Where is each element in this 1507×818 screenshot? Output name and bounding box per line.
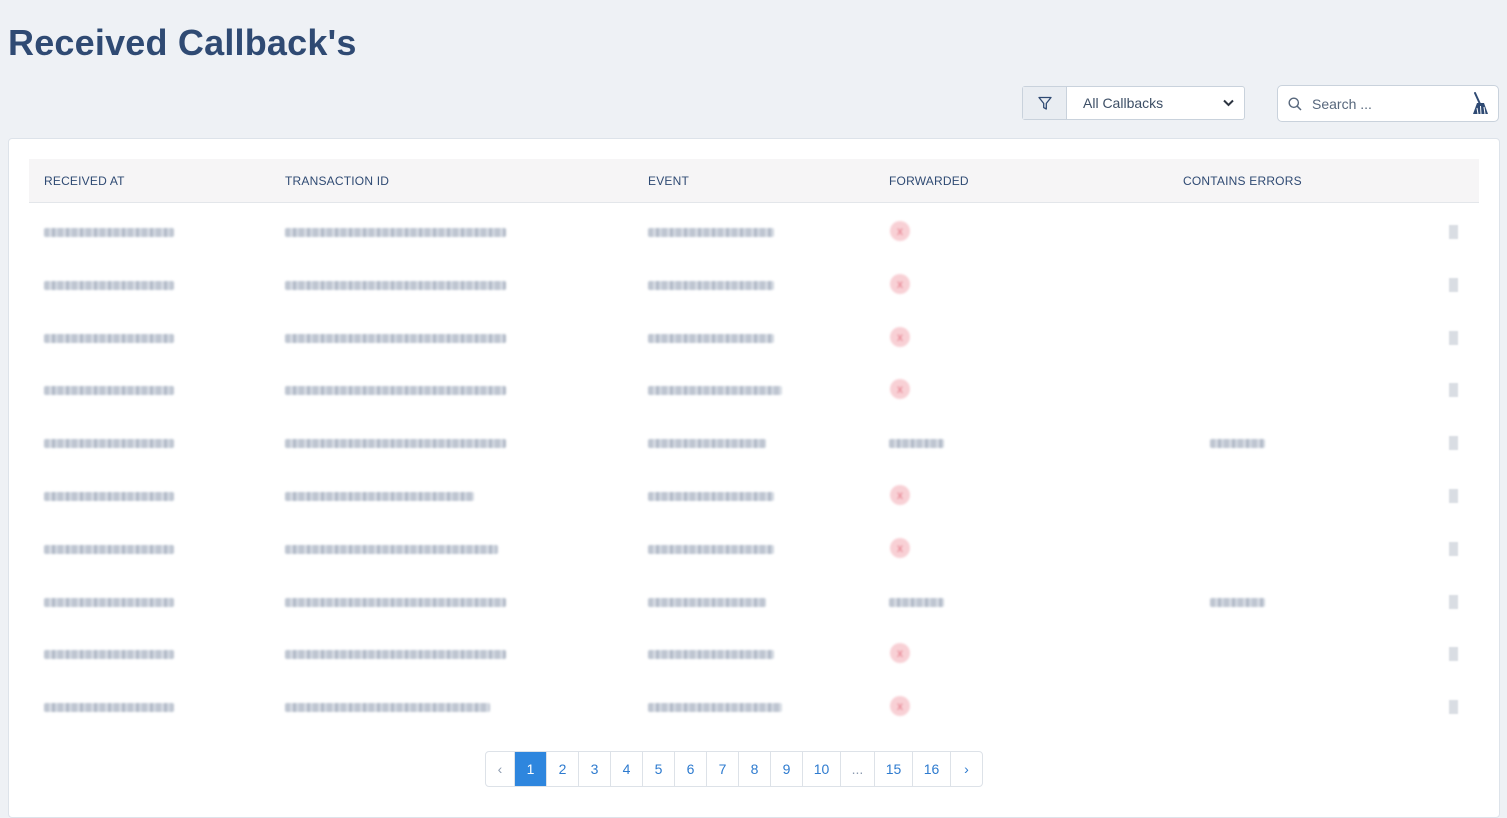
received-at-cell: 2023-02-24 03:18:27 (44, 280, 174, 290)
transaction-id-cell: h_aP0f5y8q0p6Huyy5mKNwqv4A3 (285, 333, 507, 343)
funnel-icon (1037, 96, 1052, 110)
transaction-id-cell: 6_7X0Y4NZAEL_aCuSn5hQNG8Mkd (285, 650, 507, 660)
page-button[interactable]: 15 (874, 752, 912, 786)
row-action-button[interactable] (1449, 594, 1458, 609)
transaction-id-cell: h_aP0f5y8q0p6Huyy5mKNwqv4A3 (285, 439, 507, 449)
event-cell: SIGNER_COMPLETE (648, 280, 774, 290)
not-forwarded-icon: x (890, 273, 910, 294)
received-at-cell: 2023-02-24 03:18:05 (44, 439, 174, 449)
row-action-button[interactable] (1449, 647, 1458, 662)
page-button[interactable]: 9 (770, 752, 802, 786)
table-row[interactable]: 2023-02-24 03:18:07 h_aP0f5y8q0p6Huyy5mKN… (29, 313, 1479, 365)
pagination-ellipsis: ... (840, 752, 874, 786)
table-row[interactable]: 2023-02-24 03:18:08 h_aP0f5y8q0p6Huyy5mKN… (29, 365, 1479, 417)
column-contains-errors[interactable]: CONTAINS ERRORS (1183, 174, 1302, 188)
received-at-cell: 2023-02-24 03:13:58 (44, 597, 174, 607)
event-cell: TEMPLATE_CREATE (648, 492, 774, 501)
received-at-cell: 2023-02-24 03:18:58 (44, 228, 174, 237)
forwarded-cell: Test 531 (889, 439, 944, 449)
table-row[interactable]: 2023-02-24 03:07:58 bbNNqkpbOM8NM2N7B3R_T… (29, 682, 1479, 734)
next-page-button[interactable]: › (950, 752, 982, 786)
received-at-cell: 2023-02-24 03:15:59 (44, 544, 174, 554)
column-received-at[interactable]: RECEIVED AT (44, 174, 125, 188)
transaction-id-cell: h_aP0f5y8q0p6Huyy5mKNwqv4A3 (285, 228, 507, 237)
row-action-button[interactable] (1449, 330, 1458, 345)
contains-errors-cell: Test 531 (1210, 439, 1265, 449)
table-row[interactable]: 2023-02-24 03:13:58 mh_lCu8Ox6NTAcKgBPHED… (29, 577, 1479, 629)
event-cell: TEMPLATE_CREATE (648, 544, 774, 554)
table-header: RECEIVED AT TRANSACTION ID EVENT FORWARD… (29, 159, 1479, 203)
event-cell: TEMPLATE_CREATE (648, 650, 774, 660)
not-forwarded-icon: x (890, 326, 910, 347)
column-transaction-id[interactable]: TRANSACTION ID (285, 174, 389, 188)
not-forwarded-icon: x (890, 696, 910, 717)
transaction-id-cell: mh_lCu8Ox6NTAcKgBPHEDenus32 (285, 597, 507, 607)
forwarded-cell: Test 531 (889, 597, 944, 607)
transaction-id-cell: h_aP0f5y8q0p6Huyy5mKNwqv4A3 (285, 280, 507, 290)
received-at-cell: 2023-02-24 03:17:58 (44, 492, 174, 501)
event-cell: DOCUMENT_SIGNED (648, 228, 774, 237)
received-at-cell: 2023-02-24 03:07:58 (44, 703, 174, 713)
search-icon (1288, 97, 1302, 111)
transaction-id-cell: bbNNqkpbOM8NM2N7B3R_TU7b4 (285, 703, 490, 713)
event-cell: PACKAGE_CREATE (648, 597, 766, 607)
clear-search-button[interactable] (1470, 91, 1490, 116)
row-action-button[interactable] (1449, 489, 1458, 503)
page-button[interactable]: 10 (802, 752, 840, 786)
not-forwarded-icon: x (890, 379, 910, 400)
page-button[interactable]: 8 (738, 752, 770, 786)
pagination: ‹ 1 2 3 4 5 6 7 8 9 10... 15 16 › (485, 751, 983, 787)
page-button[interactable]: 2 (546, 752, 578, 786)
not-forwarded-icon: x (890, 485, 910, 505)
callback-filter: All Callbacks (1022, 86, 1245, 120)
filter-button[interactable] (1023, 87, 1067, 119)
transaction-id-cell: m5DDkRnkxJTmpMmn5TPkqc3 (285, 492, 474, 501)
table-row[interactable]: 2023-02-24 03:17:58 m5DDkRnkxJTmpMmn5TPkq… (29, 471, 1479, 523)
column-event[interactable]: EVENT (648, 174, 689, 188)
row-action-button[interactable] (1449, 225, 1458, 239)
not-forwarded-icon: x (890, 221, 910, 241)
callback-type-select[interactable]: All Callbacks (1067, 87, 1244, 119)
page-button[interactable]: 6 (674, 752, 706, 786)
not-forwarded-icon: x (890, 537, 910, 558)
row-action-button[interactable] (1449, 436, 1458, 451)
page-button[interactable]: 7 (706, 752, 738, 786)
event-cell: PACKAGE_CREATE (648, 439, 766, 449)
page-title: Received Callback's (8, 22, 357, 63)
transaction-id-cell: yjv8Bkkrya2RDVM8p8HXTK4_TA (285, 544, 499, 554)
prev-page-button[interactable]: ‹ (486, 752, 514, 786)
row-action-button[interactable] (1449, 700, 1458, 715)
event-cell: PACKAGE_COMPLETE (648, 703, 783, 713)
page-button[interactable]: 4 (610, 752, 642, 786)
received-at-cell: 2023-02-24 03:18:08 (44, 386, 174, 396)
received-at-cell: 2023-02-24 03:12:59 (44, 650, 174, 660)
page-button[interactable]: 5 (642, 752, 674, 786)
table-row[interactable]: 2023-02-24 03:15:59 yjv8Bkkrya2RDVM8p8HXT… (29, 524, 1479, 576)
row-action-button[interactable] (1449, 541, 1458, 556)
page-button[interactable]: 3 (578, 752, 610, 786)
chevron-down-icon (1223, 99, 1234, 107)
search-input[interactable] (1310, 94, 1454, 113)
table-row[interactable]: 2023-02-24 03:18:27 h_aP0f5y8q0p6Huyy5mKN… (29, 260, 1479, 312)
table-row[interactable]: 2023-02-24 03:18:05 h_aP0f5y8q0p6Huyy5mKN… (29, 418, 1479, 470)
row-action-button[interactable] (1449, 277, 1458, 292)
broom-icon (1473, 91, 1488, 114)
contains-errors-cell: Test 531 (1210, 597, 1265, 607)
column-forwarded[interactable]: FORWARDED (889, 174, 969, 188)
not-forwarded-icon: x (890, 643, 910, 664)
event-cell: DOCUMENT_SIGNED (648, 333, 774, 343)
received-at-cell: 2023-02-24 03:18:07 (44, 333, 174, 343)
callback-type-value: All Callbacks (1083, 95, 1164, 111)
transaction-id-cell: h_aP0f5y8q0p6Huyy5mKNwqv4A3 (285, 386, 507, 396)
search-box (1277, 85, 1499, 122)
event-cell: PACKAGE_ACTIVATE (648, 386, 783, 396)
row-action-button[interactable] (1449, 383, 1458, 398)
page-button[interactable]: 1 (514, 752, 546, 786)
table-row[interactable]: 2023-02-24 03:12:59 6_7X0Y4NZAEL_aCuSn5hQ… (29, 629, 1479, 681)
table-row[interactable]: 2023-02-24 03:18:58 h_aP0f5y8q0p6Huyy5mKN… (29, 207, 1479, 259)
page-button[interactable]: 16 (912, 752, 950, 786)
callbacks-table-card: RECEIVED AT TRANSACTION ID EVENT FORWARD… (8, 138, 1500, 818)
